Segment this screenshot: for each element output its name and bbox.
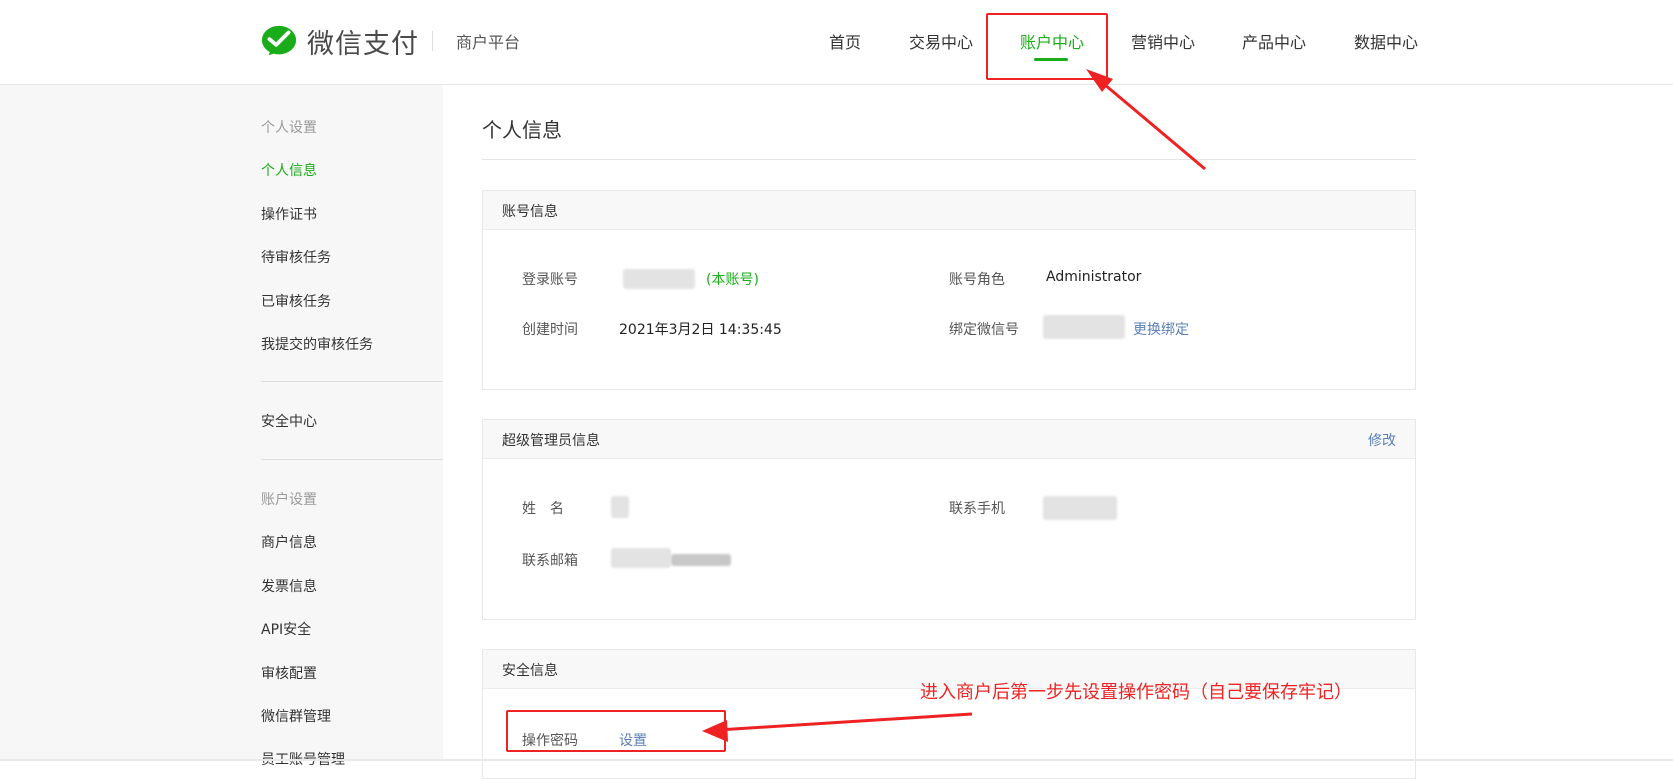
annotation-arrows — [702, 69, 1206, 742]
annotation-arrow-icon — [702, 712, 973, 742]
annotation-arrow-icon — [1086, 69, 1206, 171]
annotation-text: 进入商户后第一步先设置操作密码（自己要保存牢记） — [920, 682, 1352, 703]
